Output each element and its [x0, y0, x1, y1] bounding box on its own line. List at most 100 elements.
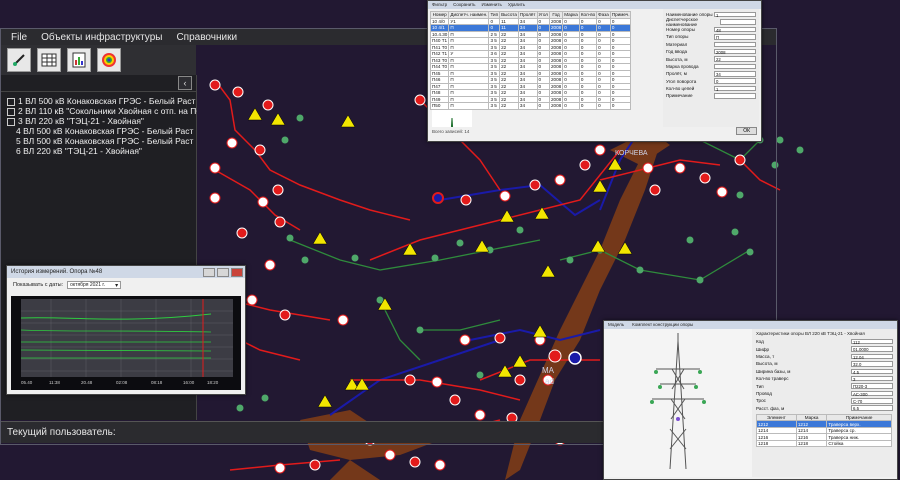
property-input[interactable]: 48 [714, 26, 756, 33]
property-input[interactable] [714, 93, 756, 99]
column-header[interactable]: Номер [429, 11, 450, 19]
column-header[interactable]: Диспетч. наимен. [448, 11, 490, 19]
table-cell: 2008 [548, 63, 564, 71]
pole-preview [432, 109, 472, 127]
tab-save[interactable]: Сохранить [453, 1, 475, 9]
property-input[interactable]: С-70 [851, 398, 893, 404]
property-input[interactable]: 22 [714, 56, 756, 62]
menu-objects[interactable]: Объекты инфраструктуры [41, 32, 162, 43]
table-cell: 2008 [548, 37, 564, 45]
tree-item[interactable]: 6 ВЛ 220 кВ "ТЭЦ-21 - Хвойная" [7, 146, 206, 156]
property-label: Год ввода [666, 49, 688, 55]
property-input[interactable]: 4.5 [851, 368, 893, 375]
report-tool-button[interactable] [67, 48, 91, 72]
property-input[interactable]: 34 [714, 71, 756, 77]
tab-model[interactable]: Модель [608, 321, 624, 329]
column-header[interactable]: Угол [536, 11, 550, 19]
property-label: Кол-во траверс [756, 376, 789, 382]
tree-item[interactable]: 4 ВЛ 500 кВ Конаковская ГРЭС - Белый Рас… [7, 126, 206, 136]
table-cell: П44 Т0 [429, 63, 450, 71]
measurement-history-window: История измерений. Опора №48 Показывать … [6, 265, 246, 395]
table-cell: П41 Т0 [429, 43, 450, 51]
table-cell: П42 Т1 [429, 50, 450, 58]
table-cell: 2008 [548, 50, 564, 58]
property-input[interactable] [714, 41, 756, 47]
property-row: Кол-во траверс 3 [756, 375, 893, 382]
ok-button[interactable]: ОК [736, 127, 757, 135]
table-cell: 2008 [548, 89, 564, 97]
minimize-icon[interactable] [203, 268, 215, 277]
color-tool-button[interactable] [97, 48, 121, 72]
window-titlebar[interactable]: История измерений. Опора №48 [7, 266, 245, 278]
table-cell: 2008 [548, 30, 564, 38]
maximize-icon[interactable] [217, 268, 229, 277]
column-header[interactable]: Пролёт [517, 11, 538, 19]
table-cell: 2008 [548, 24, 564, 32]
expand-icon[interactable] [7, 97, 15, 106]
tab-delete[interactable]: Удалить [508, 1, 525, 9]
property-input[interactable]: 6.5 [851, 405, 893, 411]
property-row: Масса, т 12.04 [756, 353, 893, 360]
property-row: Шифр 01.0000 [756, 345, 893, 352]
property-input[interactable]: 112 [851, 338, 893, 345]
expand-icon[interactable] [7, 107, 15, 116]
pole-tool-button[interactable] [7, 48, 31, 72]
column-header[interactable]: Кол-во [578, 11, 598, 19]
pole-properties: Наименование опоры 1 Диспетчерское наимено… [663, 9, 759, 127]
property-row: Тип опоры П [666, 33, 756, 40]
table-cell: 2008 [548, 82, 564, 90]
property-input[interactable] [714, 63, 756, 70]
lines-tree: 1 ВЛ 500 кВ Конаковская ГРЭС - Белый Рас… [1, 96, 197, 156]
property-label: Расст. фаз, м [756, 405, 785, 411]
tree-item[interactable]: 5 ВЛ 500 кВ Конаковская ГРЭС - Белый Рас… [7, 136, 206, 146]
tab-filter[interactable]: Фильтр [432, 1, 447, 9]
property-input[interactable]: 1 [714, 85, 756, 92]
property-input[interactable]: 1 [714, 11, 756, 18]
tree-item[interactable]: 1 ВЛ 500 кВ Конаковская ГРЭС - Белый Рас… [7, 96, 197, 106]
table-cell: 34 [517, 102, 538, 110]
column-header[interactable]: Примеч. [609, 11, 632, 19]
property-row: Угол поворота 0 [666, 78, 756, 85]
table-tool-button[interactable] [37, 48, 61, 72]
property-row: Код 112 [756, 338, 893, 345]
property-input[interactable]: 2008 [714, 48, 756, 55]
table-footer: Всего записей: 14 [432, 128, 470, 134]
property-input[interactable]: 01.0000 [851, 346, 893, 352]
date-picker[interactable]: октября 2021 г. ▾ [67, 281, 122, 289]
column-header[interactable]: Фаза [596, 11, 611, 19]
window-titlebar[interactable]: Модель Комплект конструкции опоры [604, 321, 897, 329]
report-icon [72, 52, 86, 68]
column-header[interactable]: Высота [499, 11, 519, 19]
property-label: Тип [756, 383, 764, 389]
window-titlebar[interactable]: Фильтр Сохранить Изменить Удалить [428, 1, 761, 9]
tab-assembly[interactable]: Комплект конструкции опоры [632, 321, 693, 329]
column-header[interactable]: Тип [488, 11, 501, 19]
property-row: Ширина базы, м 4.5 [756, 368, 893, 375]
menu-reference[interactable]: Справочники [176, 32, 237, 43]
tree-item[interactable]: 3 ВЛ 220 кВ "ТЭЦ-21 - Хвойная" [7, 116, 197, 126]
tower-3d-view[interactable] [604, 329, 752, 477]
property-input[interactable]: 0 [714, 78, 756, 84]
property-row: Высота, м 32.0 [756, 360, 893, 367]
expand-icon[interactable] [7, 117, 15, 126]
pole-icon [13, 54, 25, 66]
property-input[interactable]: 12.04 [851, 353, 893, 360]
x-tick: 02:08 [116, 380, 128, 385]
menu-file[interactable]: File [11, 32, 27, 43]
column-header[interactable]: Марка [562, 11, 580, 19]
close-icon[interactable] [231, 268, 243, 277]
table-row[interactable]: П50 П 3 5 22 34 0 2008 0 0 0 0 [429, 102, 632, 110]
property-input[interactable]: 32.0 [851, 361, 893, 367]
tree-item[interactable]: 2 ВЛ 110 кВ "Сокольники Хвойная с отп. н… [7, 106, 197, 116]
table-row[interactable]: 1218 1218 Стойка [756, 439, 892, 448]
property-input[interactable]: П [714, 34, 756, 40]
tab-edit[interactable]: Изменить [482, 1, 502, 9]
calendar-icon[interactable]: ▾ [115, 282, 118, 289]
property-input[interactable]: П220-3 [851, 383, 893, 389]
property-label: Кол-во цепей [666, 86, 695, 92]
collapse-panel-button[interactable]: ‹ [178, 76, 192, 90]
property-input[interactable] [720, 19, 756, 25]
property-input[interactable]: АС-300 [851, 390, 893, 397]
property-row: Кол-во цепей 1 [666, 85, 756, 92]
property-input[interactable]: 3 [851, 375, 893, 382]
